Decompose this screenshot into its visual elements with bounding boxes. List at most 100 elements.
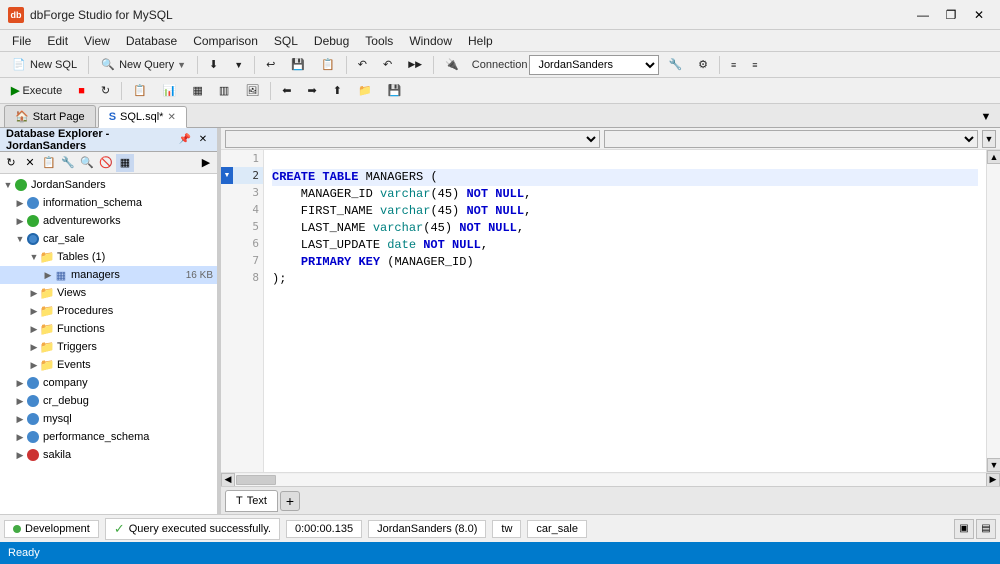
menu-item-edit[interactable]: Edit xyxy=(39,32,76,50)
tree-item-crdebug[interactable]: ▶ cr_debug xyxy=(0,392,217,410)
expand-icon[interactable]: ▼ xyxy=(28,251,40,263)
connection-dropdown[interactable]: JordanSanders xyxy=(529,55,659,75)
scroll-right-btn[interactable]: ▶ xyxy=(986,473,1000,487)
conn-btn-2[interactable]: ⚙ xyxy=(691,54,715,76)
expand-icon[interactable]: ▶ xyxy=(14,377,26,389)
tree-item-events[interactable]: ▶ 📁 Events xyxy=(0,356,217,374)
t2-btn-7[interactable]: ➡ xyxy=(301,80,324,102)
bottom-tab-text[interactable]: T Text xyxy=(225,490,278,512)
object-dropdown[interactable] xyxy=(604,130,979,148)
connection-icon-btn[interactable]: 🔌 xyxy=(438,54,466,76)
toolbar-extra[interactable]: ≡ xyxy=(724,54,743,76)
tab-sql[interactable]: S SQL.sql* ✕ xyxy=(98,106,187,128)
layout-icon-2[interactable]: ▤ xyxy=(976,519,996,539)
toolbar-btn-4[interactable]: ▼ xyxy=(227,54,250,76)
vertical-scrollbar[interactable]: ▲ ▼ xyxy=(986,150,1000,472)
menu-item-help[interactable]: Help xyxy=(460,32,501,50)
expand-icon[interactable]: ▶ xyxy=(14,215,26,227)
menu-item-view[interactable]: View xyxy=(76,32,118,50)
toolbar-btn-8[interactable]: ↶ xyxy=(351,54,374,76)
tree-item-managers[interactable]: ▶ ▦ managers 16 KB xyxy=(0,266,217,284)
sidebar-grid-btn[interactable]: ▦ xyxy=(116,154,134,172)
menu-item-tools[interactable]: Tools xyxy=(357,32,401,50)
tab-close-button[interactable]: ✕ xyxy=(167,112,175,123)
execute-btn[interactable]: ▶ Execute xyxy=(4,80,69,102)
sidebar-filter-btn[interactable]: 🔧 xyxy=(59,154,77,172)
add-tab-button[interactable]: + xyxy=(280,491,300,511)
stop-btn[interactable]: ■ xyxy=(71,80,92,102)
expand-icon[interactable]: ▶ xyxy=(14,431,26,443)
minimize-button[interactable]: — xyxy=(910,5,936,25)
expand-icon[interactable]: ▶ xyxy=(28,323,40,335)
expand-icon[interactable]: ▶ xyxy=(14,449,26,461)
tree-item-mysql[interactable]: ▶ mysql xyxy=(0,410,217,428)
sidebar-filter2-btn[interactable]: 🔍 xyxy=(78,154,96,172)
h-scroll-thumb[interactable] xyxy=(236,475,276,485)
tree-item-root[interactable]: ▼ JordanSanders xyxy=(0,176,217,194)
toolbar-btn-9[interactable]: ↶ xyxy=(376,54,399,76)
expand-icon[interactable]: ▶ xyxy=(28,287,40,299)
layout-icon-1[interactable]: ▣ xyxy=(954,519,974,539)
menu-item-database[interactable]: Database xyxy=(118,32,185,50)
sidebar-filter3-btn[interactable]: 🚫 xyxy=(97,154,115,172)
tree-item-functions[interactable]: ▶ 📁 Functions xyxy=(0,320,217,338)
sidebar-delete-btn[interactable]: ✕ xyxy=(21,154,39,172)
expand-icon[interactable]: ▶ xyxy=(42,269,54,281)
toolbar-btn-6[interactable]: 💾 xyxy=(284,54,312,76)
schema-dropdown[interactable] xyxy=(225,130,600,148)
t2-btn-2[interactable]: 📊 xyxy=(156,80,184,102)
t2-btn-1[interactable]: 📋 xyxy=(126,80,154,102)
tree-item-car-sale[interactable]: ▼ car_sale xyxy=(0,230,217,248)
expand-icon[interactable]: ▶ xyxy=(28,305,40,317)
close-button[interactable]: ✕ xyxy=(966,5,992,25)
expand-icon[interactable]: ▶ xyxy=(28,341,40,353)
menu-item-debug[interactable]: Debug xyxy=(306,32,357,50)
tree-item-procedures[interactable]: ▶ 📁 Procedures xyxy=(0,302,217,320)
toolbar-btn-5[interactable]: ↩ xyxy=(259,54,282,76)
sidebar-copy-btn[interactable]: 📋 xyxy=(40,154,58,172)
scroll-down-btn[interactable]: ▼ xyxy=(987,458,1000,472)
conn-btn-1[interactable]: 🔧 xyxy=(661,54,689,76)
new-sql-button[interactable]: 📄 New SQL xyxy=(4,54,84,76)
menu-item-window[interactable]: Window xyxy=(401,32,460,50)
tree-item-company[interactable]: ▶ company xyxy=(0,374,217,392)
t2-btn-5[interactable]: 🖼 xyxy=(238,80,266,102)
tree-item-triggers[interactable]: ▶ 📁 Triggers xyxy=(0,338,217,356)
expand-icon[interactable]: ▼ xyxy=(2,179,14,191)
expand-icon[interactable]: ▶ xyxy=(14,395,26,407)
sidebar-refresh-btn[interactable]: ↻ xyxy=(2,154,20,172)
tree-item-perf-schema[interactable]: ▶ performance_schema xyxy=(0,428,217,446)
expand-icon[interactable]: ▼ xyxy=(14,233,26,245)
menu-item-file[interactable]: File xyxy=(4,32,39,50)
toolbar-btn-7[interactable]: 📋 xyxy=(314,54,342,76)
expand-icon[interactable]: ▶ xyxy=(28,359,40,371)
toolbar-extra2[interactable]: ≡ xyxy=(745,54,764,76)
tab-start-page[interactable]: 🏠 Start Page xyxy=(4,105,96,127)
filter-dropdown-btn[interactable]: ▼ xyxy=(982,130,996,148)
t2-btn-9[interactable]: 📁 xyxy=(351,80,379,102)
sidebar-pin-button[interactable]: 📌 xyxy=(177,132,193,148)
scroll-left-btn[interactable]: ◀ xyxy=(221,473,235,487)
t2-btn-10[interactable]: 💾 xyxy=(381,80,409,102)
menu-item-sql[interactable]: SQL xyxy=(266,32,306,50)
t2-btn-3[interactable]: ▦ xyxy=(186,80,210,102)
t2-btn-6[interactable]: ⬅ xyxy=(275,80,298,102)
t2-btn-4[interactable]: ▥ xyxy=(212,80,236,102)
scroll-up-btn[interactable]: ▲ xyxy=(987,150,1000,164)
sidebar-more-btn[interactable]: ▶ xyxy=(197,154,215,172)
tree-item-views[interactable]: ▶ 📁 Views xyxy=(0,284,217,302)
sidebar-close-button[interactable]: ✕ xyxy=(195,132,211,148)
tree-item-info-schema[interactable]: ▶ information_schema xyxy=(0,194,217,212)
code-editor[interactable]: CREATE TABLE MANAGERS ( MANAGER_ID varch… xyxy=(264,150,986,472)
toolbar-btn-3[interactable]: ⬇ xyxy=(202,54,225,76)
expand-icon[interactable]: ▶ xyxy=(14,197,26,209)
toolbar-btn-10[interactable]: ▶▶ xyxy=(401,54,429,76)
new-query-button[interactable]: 🔍 New Query ▼ xyxy=(93,54,193,76)
tree-item-adventureworks[interactable]: ▶ adventureworks xyxy=(0,212,217,230)
tree-item-tables[interactable]: ▼ 📁 Tables (1) xyxy=(0,248,217,266)
expand-icon[interactable]: ▶ xyxy=(14,413,26,425)
menu-item-comparison[interactable]: Comparison xyxy=(185,32,266,50)
t2-btn-8[interactable]: ⬆ xyxy=(326,80,349,102)
restore-button[interactable]: ❐ xyxy=(938,5,964,25)
horizontal-scrollbar[interactable]: ◀ ▶ xyxy=(221,472,1000,486)
